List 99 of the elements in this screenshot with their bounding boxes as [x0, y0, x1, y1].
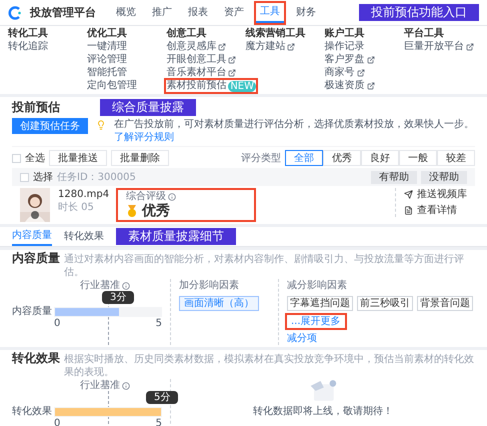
menu-item[interactable]: 一键清理 [87, 41, 128, 53]
info-icon [122, 382, 130, 390]
meter-label: 内容质量 [12, 305, 50, 318]
info-icon [168, 192, 176, 200]
axis-label: 5 [156, 418, 162, 426]
menu-item[interactable]: 智能托管 [87, 67, 128, 79]
batch-button[interactable]: 批量删除 [111, 150, 169, 166]
external-link-icon [356, 69, 365, 77]
batch-button[interactable]: 批量推送 [49, 150, 107, 166]
filter-option[interactable]: 良好 [361, 150, 399, 166]
menu-item[interactable]: 巨量开放平台 [404, 41, 474, 53]
platform-title: 投放管理平台 [30, 6, 96, 19]
plus-tag: 画面清晰（高） [179, 296, 259, 311]
document-icon [404, 206, 413, 215]
select-all-label: 全选 [25, 152, 45, 164]
menu-heading: 平台工具 [404, 28, 445, 40]
axis-label: 0 [54, 318, 60, 329]
feedback-button[interactable]: 有帮助 [371, 170, 417, 184]
menu-item[interactable]: 极速资质 [324, 80, 375, 92]
menu-item[interactable]: 开眼创意工具 [166, 54, 236, 66]
menu-heading: 创意工具 [166, 28, 208, 40]
external-link-icon [218, 43, 226, 51]
feedback-button[interactable]: 没帮助 [421, 170, 467, 184]
checkbox[interactable] [20, 172, 29, 182]
external-link-icon [366, 82, 375, 90]
menu-item[interactable]: 创意灵感库 [166, 41, 226, 53]
send-icon [404, 190, 413, 199]
lightbulb-icon [96, 120, 106, 130]
new-badge: NEW [228, 80, 256, 92]
section-title: 转化效果 [12, 352, 60, 365]
row-action-link[interactable]: 推送视频库 [404, 188, 467, 201]
logo-icon [8, 6, 22, 20]
benchmark-label: 行业基准 [80, 379, 130, 392]
rating-value: 优秀 [142, 203, 170, 219]
minus-tag: 前三秒吸引 [357, 296, 413, 311]
expand-more-link[interactable]: ...展开更多 [287, 315, 345, 328]
filter-label: 评分类型 [241, 152, 281, 164]
detail-tab[interactable]: 内容质量 [12, 227, 52, 246]
external-link-icon [228, 56, 236, 64]
info-icon [122, 282, 130, 290]
nav-tab[interactable]: 财务 [292, 2, 320, 22]
rating-label: 综合评级 [126, 190, 246, 203]
menu-item[interactable]: 商家号 [324, 67, 365, 79]
section-description: 通过对素材内容画面的智能分析，对素材内容制作、剧情吸引力、与投放流量等方面进行评估。 [64, 253, 465, 279]
menu-heading: 线索营销工具 [245, 28, 306, 40]
empty-state-text: 转化数据即将上线，敬请期待！ [253, 405, 393, 418]
factor-heading: 加分影响因素 [179, 279, 240, 292]
tip-text: 在广告投放前，可对素材质量进行评估分析，选择优质素材投放，效果快人一步。 了解评分规则 [114, 118, 475, 144]
checkbox[interactable] [12, 154, 21, 162]
section-description: 根据实时播放、历史同类素材数据，模拟素材在真实投放竞争环境中，预估当前素材的转化效果的表现。 [64, 353, 475, 379]
nav-tab[interactable]: 资产 [220, 2, 248, 22]
external-link-icon [228, 69, 236, 77]
factor-heading: 减分影响因素 [287, 279, 348, 292]
section-title: 内容质量 [12, 252, 60, 265]
empty-state-drawing [309, 379, 337, 401]
menu-item[interactable]: 评论管理 [87, 54, 128, 66]
menu-item[interactable]: 魔方建站 [245, 41, 296, 53]
filter-option[interactable]: 较差 [437, 150, 475, 166]
filter-option[interactable]: 一般 [399, 150, 437, 166]
create-task-button[interactable]: 创建预估任务 [12, 118, 88, 134]
external-link-icon [287, 43, 296, 51]
score-tooltip: 5分 [146, 391, 178, 404]
menu-heading: 账户工具 [324, 28, 366, 40]
menu-heading: 转化工具 [8, 28, 49, 40]
nav-tab[interactable]: 报表 [184, 2, 212, 22]
detail-tab[interactable]: 转化效果 [64, 227, 104, 246]
axis-label: 5 [156, 318, 162, 329]
file-name: 1280.mp4 [58, 188, 108, 201]
nav-tab[interactable]: 工具 [256, 2, 284, 22]
menu-item[interactable]: 客户罗盘 [324, 54, 375, 66]
meter-label: 转化效果 [12, 405, 50, 418]
score-tooltip: 3分 [102, 291, 134, 304]
page-title: 投前预估 [12, 100, 60, 115]
select-label: 选择 [33, 170, 53, 184]
menu-item[interactable]: 操作记录 [324, 41, 365, 53]
annotation-label: 素材质量披露细节 [116, 228, 236, 245]
task-id: 任务ID：300005 [57, 170, 136, 184]
axis-label: 0 [54, 418, 60, 426]
menu-item[interactable]: 素材投前预估 NEW [166, 80, 256, 92]
deduction-link[interactable]: 减分项 [287, 332, 317, 345]
minus-tag: 背景音问题 [417, 296, 473, 311]
filter-option[interactable]: 优秀 [323, 150, 361, 166]
medal-icon [126, 205, 138, 217]
menu-item[interactable]: 转化追踪 [8, 41, 48, 53]
nav-tab[interactable]: 概览 [112, 2, 140, 22]
menu-item[interactable]: 音乐素材平台 [166, 67, 236, 79]
external-link-icon [366, 56, 375, 64]
rules-link[interactable]: 了解评分规则 [114, 132, 174, 143]
menu-item[interactable]: 定向包管理 [87, 80, 138, 92]
external-link-icon [466, 43, 474, 51]
minus-tag: 字幕遮挡问题 [287, 296, 353, 311]
annotation-label: 综合质量披露 [100, 99, 196, 116]
menu-heading: 优化工具 [87, 28, 128, 40]
annotation-label: 投前预估功能入口 [359, 4, 479, 21]
nav-tab[interactable]: 推广 [148, 2, 176, 22]
row-action-link[interactable]: 查看详情 [404, 204, 467, 217]
benchmark-label: 行业基准 [80, 279, 130, 292]
duration: 时长 05 [58, 201, 95, 214]
filter-option[interactable]: 全部 [285, 150, 323, 166]
